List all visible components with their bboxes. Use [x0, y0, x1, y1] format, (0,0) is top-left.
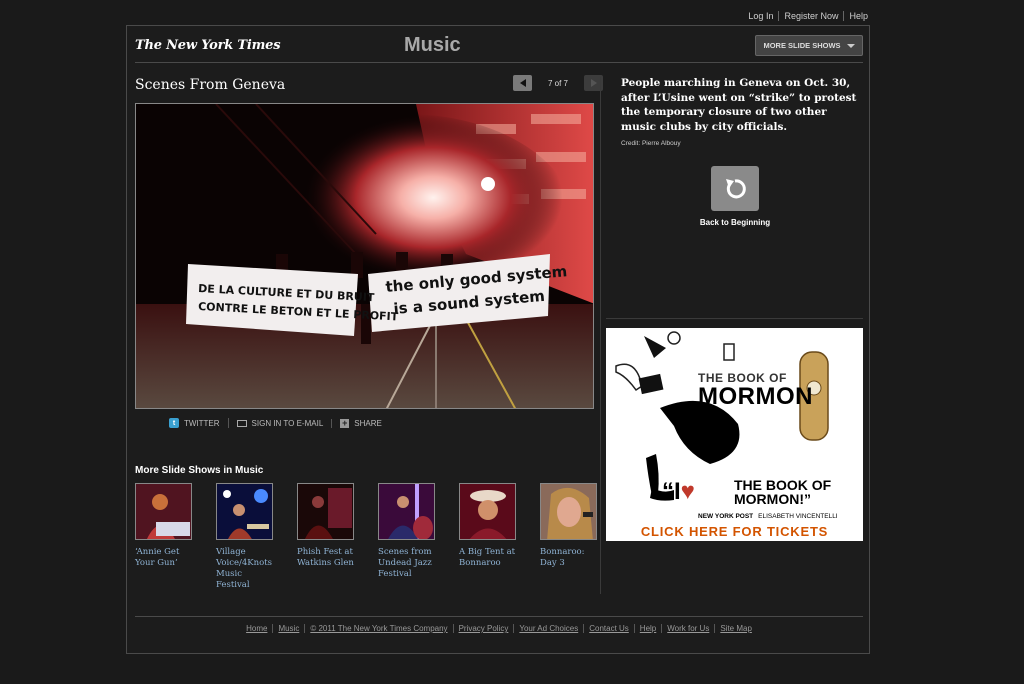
thumbnail-caption[interactable]: ‘Annie Get Your Gun’: [135, 547, 192, 569]
list-item[interactable]: Scenes from Undead Jazz Festival: [378, 483, 435, 591]
thumbnail-image[interactable]: [135, 483, 192, 540]
twitter-label: TWITTER: [184, 418, 220, 428]
thumbnail-image[interactable]: [216, 483, 273, 540]
share-tools: t TWITTER SIGN IN TO E-MAIL + SHARE: [169, 418, 390, 428]
more-slide-shows-button[interactable]: MORE SLIDE SHOWS: [755, 35, 863, 56]
footer-link-copyright[interactable]: © 2011 The New York Times Company: [305, 624, 454, 633]
twitter-icon: t: [169, 418, 179, 428]
caret-down-icon: [846, 43, 855, 48]
top-links: Log In Register Now Help: [743, 11, 868, 21]
ad-quote-source: NEW YORK POST ELISABETH VINCENTELLI: [698, 513, 838, 520]
ad-quote-paper: NEW YORK POST: [698, 513, 754, 520]
ad-love-i: “I: [662, 478, 681, 505]
arrow-left-icon: [519, 79, 526, 87]
divider: [606, 318, 863, 319]
ad-tickets-link[interactable]: CLICK HERE FOR TICKETS: [606, 524, 863, 539]
more-slide-shows-list: ‘Annie Get Your Gun’ Village Voice/4Knot…: [135, 483, 597, 591]
footer-link-work[interactable]: Work for Us: [662, 624, 716, 633]
section-title[interactable]: Music: [404, 34, 461, 57]
back-to-beginning-button[interactable]: [711, 166, 759, 211]
list-item[interactable]: Phish Fest at Watkins Glen: [297, 483, 354, 591]
ad-book-title: THE BOOK OF MORMON!”: [734, 477, 832, 507]
protest-photo-image: DE LA CULTURE ET DU BRUIT CONTRE LE BETO…: [136, 104, 593, 408]
footer-links: Home Music © 2011 The New York Times Com…: [127, 624, 871, 633]
advertisement[interactable]: THE BOOK OF MORMON “I♥ THE BOOK OF MORMO…: [606, 328, 863, 541]
share-label: SHARE: [354, 418, 382, 428]
list-item[interactable]: A Big Tent at Bonnaroo: [459, 483, 516, 591]
nyt-logo[interactable]: The New York Times: [135, 38, 281, 53]
plus-icon: +: [340, 417, 350, 428]
thumbnail-image[interactable]: [378, 483, 435, 540]
thumbnail-caption[interactable]: Scenes from Undead Jazz Festival: [378, 547, 435, 580]
footer-link-ad-choices[interactable]: Your Ad Choices: [514, 624, 585, 633]
thumbnail-image[interactable]: [459, 483, 516, 540]
heart-icon: ♥: [680, 478, 695, 505]
footer-link-music[interactable]: Music: [273, 624, 306, 633]
thumbnail-caption[interactable]: Village Voice/4Knots Music Festival: [216, 547, 273, 591]
ad-love-line: “I♥: [662, 478, 695, 506]
footer-link-contact[interactable]: Contact Us: [584, 624, 635, 633]
footer-link-help[interactable]: Help: [635, 624, 663, 633]
column-divider: [600, 77, 601, 594]
login-link[interactable]: Log In: [743, 11, 780, 21]
page-frame: The New York Times Music MORE SLIDE SHOW…: [126, 25, 870, 654]
ad-artwork: [615, 331, 829, 501]
share-link[interactable]: + SHARE: [332, 417, 390, 428]
ad-quote-author: ELISABETH VINCENTELLI: [758, 513, 838, 520]
thumbnail-caption[interactable]: Bonnaroo: Day 3: [540, 547, 597, 569]
footer-link-sitemap[interactable]: Site Map: [715, 624, 757, 633]
pager-count: 7 of 7: [547, 78, 568, 88]
more-slide-shows-label: MORE SLIDE SHOWS: [763, 41, 841, 50]
pager: 7 of 7: [513, 75, 603, 91]
list-item[interactable]: Bonnaroo: Day 3: [540, 483, 597, 591]
previous-button[interactable]: [513, 75, 532, 91]
envelope-icon: [236, 419, 247, 427]
arrow-right-icon: [590, 79, 597, 87]
slideshow-title: Scenes From Geneva: [135, 77, 286, 93]
replay-arrow-icon: [726, 178, 746, 198]
photo-credit: Credit: Pierre Albouy: [621, 140, 681, 147]
slide-photo: DE LA CULTURE ET DU BRUIT CONTRE LE BETO…: [135, 103, 594, 409]
header: The New York Times Music MORE SLIDE SHOW…: [135, 34, 863, 63]
register-link[interactable]: Register Now: [779, 11, 845, 21]
email-label: SIGN IN TO E-MAIL: [251, 418, 324, 428]
twitter-link[interactable]: t TWITTER: [169, 418, 229, 428]
more-slide-shows-heading: More Slide Shows in Music: [135, 465, 264, 476]
ad-mormon: MORMON: [698, 383, 813, 410]
thumbnail-caption[interactable]: A Big Tent at Bonnaroo: [459, 547, 516, 569]
list-item[interactable]: Village Voice/4Knots Music Festival: [216, 483, 273, 591]
slide-caption: People marching in Geneva on Oct. 30, af…: [621, 77, 857, 133]
footer-divider: [135, 616, 863, 617]
thumbnail-image[interactable]: [297, 483, 354, 540]
help-link[interactable]: Help: [844, 11, 868, 21]
footer-link-privacy[interactable]: Privacy Policy: [454, 624, 515, 633]
thumbnail-caption[interactable]: Phish Fest at Watkins Glen: [297, 547, 354, 569]
footer-link-home[interactable]: Home: [241, 624, 274, 633]
email-link[interactable]: SIGN IN TO E-MAIL: [229, 418, 333, 428]
list-item[interactable]: ‘Annie Get Your Gun’: [135, 483, 192, 591]
back-to-beginning-label[interactable]: Back to Beginning: [683, 218, 787, 227]
thumbnail-image[interactable]: [540, 483, 597, 540]
